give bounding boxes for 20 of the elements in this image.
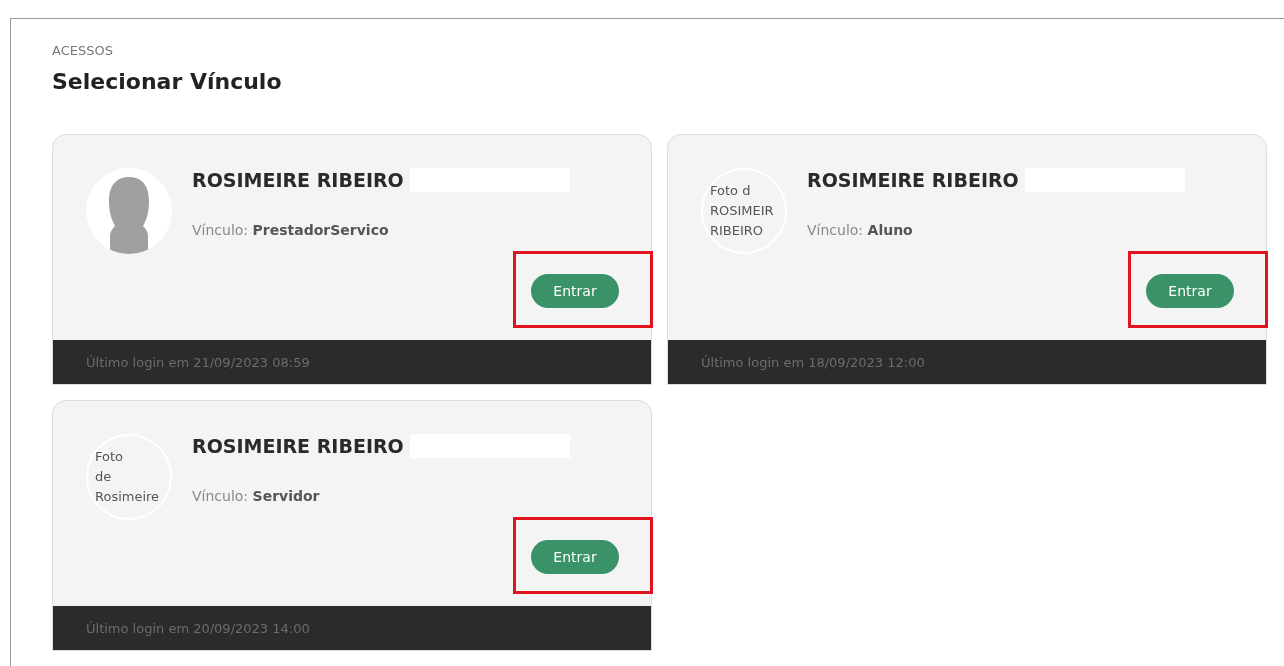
image-alt-text: Foto d — [710, 182, 751, 200]
link-type: Vínculo: PrestadorServico — [192, 222, 389, 238]
image-alt-text: Foto — [95, 448, 124, 466]
enter-button[interactable]: Entrar — [1146, 274, 1234, 308]
last-login: Último login em 18/09/2023 12:00 — [701, 354, 925, 370]
link-type: Vínculo: Aluno — [807, 222, 913, 238]
image-alt-text: Rosimeire — [95, 488, 160, 506]
breadcrumb: ACESSOS — [52, 43, 113, 58]
account-name: ROSIMEIRE RIBEIRO — [807, 169, 1019, 191]
account-name: ROSIMEIRE RIBEIRO — [192, 169, 404, 191]
enter-button[interactable]: Entrar — [531, 274, 619, 308]
last-login: Último login em 21/09/2023 08:59 — [86, 354, 310, 370]
image-alt-text: ROSIMEIR — [710, 202, 774, 220]
enter-button[interactable]: Entrar — [531, 540, 619, 574]
link-type: Vínculo: Servidor — [192, 488, 320, 504]
image-alt-text: de — [95, 468, 112, 486]
image-alt-text: RIBEIRO — [710, 222, 764, 240]
account-name: ROSIMEIRE RIBEIRO — [192, 435, 404, 457]
page-title: Selecionar Vínculo — [52, 69, 282, 94]
last-login: Último login em 20/09/2023 14:00 — [86, 620, 310, 636]
